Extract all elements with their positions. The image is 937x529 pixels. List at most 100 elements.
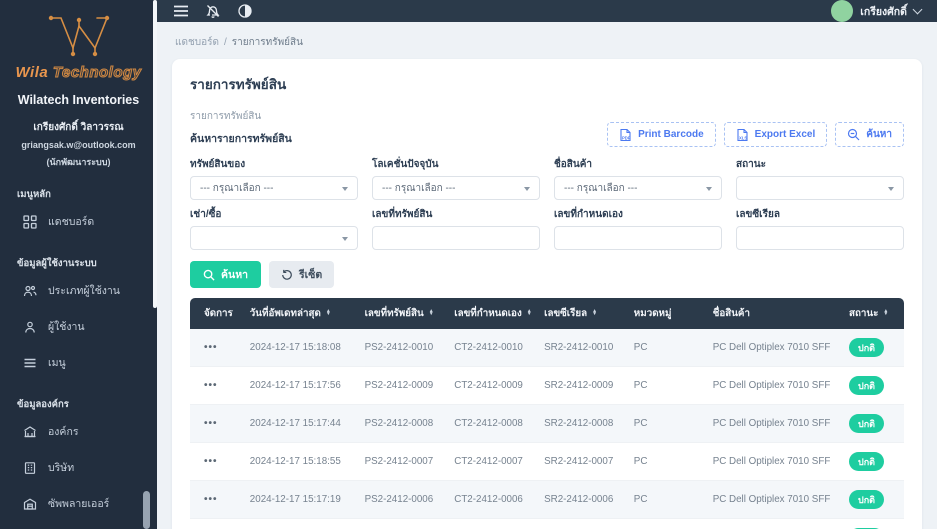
cell-updated: 2024-12-17 15:17:56 [243, 366, 359, 405]
filter-label-rent-buy: เช่า/ซื้อ [190, 209, 222, 220]
sidebar-scrollbar-thumb-bottom[interactable] [143, 491, 150, 529]
status-select[interactable] [736, 176, 904, 200]
serial-number-input[interactable] [736, 226, 904, 250]
column-header-custom-no[interactable]: เลขที่กำหนดเอง ▲ ▼ [448, 298, 539, 329]
sidebar-item-organization[interactable]: องค์กร [6, 415, 151, 448]
user-avatar [831, 0, 854, 22]
table-row: ••• 2024-12-17 15:18:08 PS2-2412-0010 CT… [190, 329, 904, 367]
brand-wordmark-secondary: Technology [52, 64, 142, 82]
cell-custom-no: CT2-2412-0008 [448, 404, 539, 443]
filter-label-serial-number: เลขซีเรียล [736, 209, 780, 220]
cell-asset-no: PS2-2412-0009 [358, 366, 449, 405]
column-header-product: ชื่อสินค้า [706, 298, 843, 329]
topbar: เกรียงศักดิ์ [157, 0, 937, 22]
product-name-select[interactable]: --- กรุณาเลือก --- [554, 176, 722, 200]
row-actions-button[interactable]: ••• [204, 418, 218, 429]
rent-buy-select[interactable] [190, 226, 358, 250]
table-header-row: จัดการ วันที่อัพเดทล่าสุด ▲ ▼ เลขที่ทรัพย์… [190, 298, 904, 329]
current-location-select[interactable]: --- กรุณาเลือก --- [372, 176, 540, 200]
sort-icon[interactable]: ▲ ▼ [326, 308, 331, 318]
row-actions-button[interactable]: ••• [204, 342, 218, 353]
custom-number-input[interactable] [554, 226, 722, 250]
status-badge: ปกติ [848, 414, 884, 433]
cell-updated: 2024-12-17 15:18:55 [243, 442, 359, 481]
svg-text:XLS: XLS [739, 135, 747, 140]
sidebar-item-users[interactable]: ผู้ใช้งาน [6, 310, 151, 343]
cell-product: PC Dell Optiplex 7010 SFF [706, 480, 843, 519]
sidebar-item-menu[interactable]: เมนู [6, 346, 151, 379]
caret-down-icon [342, 187, 348, 191]
reset-icon [282, 269, 292, 280]
status-badge: ปกติ [848, 452, 884, 471]
cell-custom-no: CT2-2412-0010 [448, 329, 539, 367]
row-actions-button[interactable]: ••• [204, 456, 218, 467]
cell-serial-no: SR2-2412-0010 [538, 329, 628, 367]
sidebar-scrollbar-thumb[interactable] [153, 0, 157, 308]
asset-number-input[interactable] [372, 226, 540, 250]
sort-icon[interactable]: ▲ ▼ [883, 308, 888, 318]
sidebar-item-dashboard[interactable]: แดชบอร์ด [6, 205, 151, 238]
supplier-icon [23, 498, 37, 510]
sort-icon[interactable]: ▲ ▼ [527, 308, 532, 318]
cell-category: PC [627, 329, 707, 367]
cell-category: PC [627, 480, 707, 519]
column-header-serial-no[interactable]: เลขซีเรียล ▲ ▼ [538, 298, 628, 329]
cell-category: PC [627, 366, 707, 405]
search-heading: ค้นหารายการทรัพย์สิน [190, 133, 292, 145]
sidebar-item-label: แดชบอร์ด [48, 216, 95, 228]
cell-category: PC [627, 404, 707, 443]
sidebar-item-company[interactable]: บริษัท [6, 451, 151, 484]
column-header-status[interactable]: สถานะ ▲ ▼ [842, 298, 904, 329]
hamburger-icon [174, 5, 188, 17]
print-barcode-label: Print Barcode [638, 129, 704, 140]
filter-label-current-location: โลเคชั่นปัจจุบัน [372, 159, 439, 170]
page-subtitle: รายการทรัพย์สิน [190, 111, 262, 122]
sort-icon[interactable]: ▲ ▼ [429, 308, 434, 318]
cell-product: PC Dell Optiplex 7010 SFF [706, 404, 843, 443]
toolbar-search-button[interactable]: ค้นหา [835, 122, 904, 147]
cell-product: PC Dell Optiplex 7010 SFF [706, 442, 843, 481]
sidebar-item-supplier[interactable]: ซัพพลายเออร์ [6, 487, 151, 520]
search-button[interactable]: ค้นหา [190, 261, 262, 288]
column-header-updated[interactable]: วันที่อัพเดทล่าสุด ▲ ▼ [243, 298, 359, 329]
organization-icon [24, 425, 36, 437]
reset-button[interactable]: รีเซ็ต [269, 261, 335, 288]
breadcrumb-parent[interactable]: แดชบอร์ด [175, 37, 219, 48]
wila-circuit-logo-icon [48, 15, 109, 57]
status-badge: ปกติ [848, 338, 884, 357]
page-title: รายการทรัพย์สิน [190, 77, 287, 92]
cell-serial-no: SR2-2412-0007 [538, 442, 628, 481]
export-excel-label: Export Excel [754, 129, 816, 140]
cell-product: PC Dell Optiplex 7010 SFF [706, 518, 843, 529]
search-icon [203, 269, 215, 281]
cell-custom-no: CT2-2412-0005 [448, 518, 539, 529]
sort-icon[interactable]: ▲ ▼ [592, 308, 597, 318]
app-root: Wila Technology Wilatech Inventories เกร… [0, 0, 937, 529]
breadcrumb-current: รายการทรัพย์สิน [231, 37, 303, 48]
asset-owner-select[interactable]: --- กรุณาเลือก --- [190, 176, 358, 200]
user-full-name: เกรียงศักดิ์ วิลาวรรณ [33, 122, 124, 133]
cell-serial-no: SR2-2412-0008 [538, 404, 628, 443]
export-excel-button[interactable]: XLS Export Excel [723, 122, 828, 147]
dashboard-icon [23, 214, 37, 229]
cell-product: PC Dell Optiplex 7010 SFF [706, 366, 843, 405]
user-menu[interactable]: เกรียงศักดิ์ [831, 0, 923, 22]
sidebar-toggle-button[interactable] [173, 4, 189, 18]
column-header-asset-no[interactable]: เลขที่ทรัพย์สิน ▲ ▼ [358, 298, 449, 329]
row-actions-button[interactable]: ••• [204, 380, 218, 391]
cell-serial-no: SR2-2412-0009 [538, 366, 628, 405]
search-button-label: ค้นหา [221, 269, 249, 281]
breadcrumb: แดชบอร์ด / รายการทรัพย์สิน [157, 22, 937, 59]
topbar-username: เกรียงศักดิ์ [860, 5, 907, 18]
sidebar-section-organization: ข้อมูลองค์กร [17, 399, 69, 410]
notifications-off-button[interactable] [205, 3, 221, 19]
column-header-manage: จัดการ [190, 298, 244, 329]
filter-label-status: สถานะ [736, 159, 766, 170]
row-actions-button[interactable]: ••• [204, 494, 218, 505]
theme-toggle-button[interactable] [237, 3, 253, 19]
cell-product: PC Dell Optiplex 7010 SFF [706, 329, 843, 367]
sidebar-item-user-types[interactable]: ประเภทผู้ใช้งาน [6, 274, 151, 307]
print-barcode-button[interactable]: PDF Print Barcode [607, 122, 716, 147]
sidebar-item-label: เมนู [48, 357, 66, 369]
cell-serial-no: SR2-2412-0006 [538, 480, 628, 519]
